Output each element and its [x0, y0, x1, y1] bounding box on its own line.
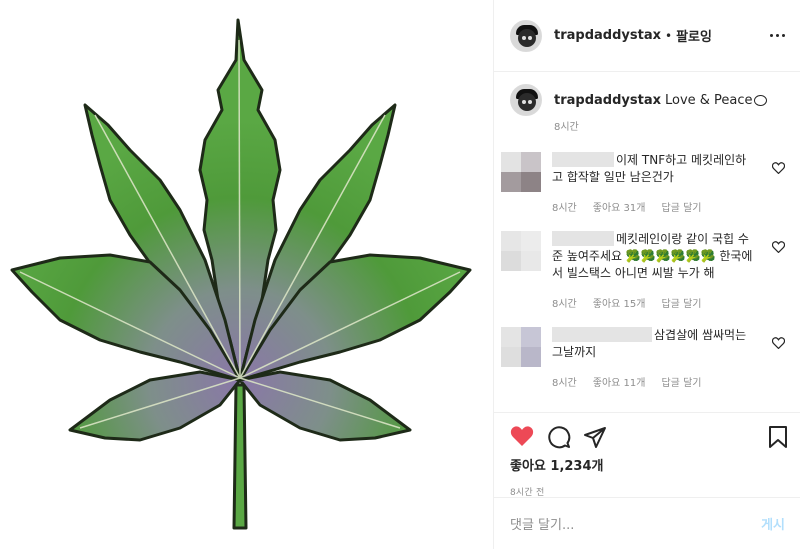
post-actions: 좋아요 1,234개 8시간 전 댓글 달기... 게시	[494, 412, 800, 549]
like-count[interactable]: 좋아요 1,234개	[494, 455, 800, 474]
comment-time[interactable]: 8시간	[552, 296, 577, 313]
post-panel: trapdaddystax • 팔로잉 trapdaddystax Love & …	[493, 0, 800, 549]
post-comment-button[interactable]: 게시	[761, 514, 785, 533]
comments-list[interactable]: trapdaddystax Love & Peace 8시간 이제 TNF하고 메…	[494, 72, 800, 412]
post-caption: trapdaddystax Love & Peace 8시간	[510, 84, 785, 136]
comment-item: 삼겹살에 쌈싸먹는 그날까지 8시간 좋아요 11개 답글 달기	[501, 327, 785, 392]
bookmark-icon[interactable]	[768, 425, 788, 449]
comment-like-icon[interactable]	[772, 241, 785, 253]
reply-button[interactable]: 답글 달기	[661, 296, 701, 313]
comment-icon[interactable]	[547, 425, 571, 449]
comment-likes[interactable]: 좋아요 15개	[593, 296, 646, 313]
comment-time[interactable]: 8시간	[552, 200, 577, 217]
reply-button[interactable]: 답글 달기	[661, 375, 701, 392]
comment-likes[interactable]: 좋아요 11개	[593, 375, 646, 392]
comment-like-icon[interactable]	[772, 162, 785, 174]
blurred-username[interactable]	[552, 231, 614, 246]
following-button[interactable]: 팔로잉	[676, 26, 712, 45]
caption-username[interactable]: trapdaddystax	[554, 93, 661, 108]
reply-button[interactable]: 답글 달기	[661, 200, 701, 217]
add-comment-bar: 댓글 달기... 게시	[494, 497, 800, 549]
post-image[interactable]	[0, 0, 493, 549]
comment-item: 이제 TNF하고 메킷레인하고 합작할 일만 남은건가 8시간 좋아요 31개 …	[501, 152, 785, 217]
comment-likes[interactable]: 좋아요 31개	[593, 200, 646, 217]
comment-input[interactable]: 댓글 달기...	[510, 514, 761, 533]
separator-dot: •	[664, 28, 673, 43]
share-icon[interactable]	[583, 425, 607, 449]
commenter-avatar[interactable]	[501, 152, 541, 192]
comment-like-icon[interactable]	[772, 337, 785, 349]
post-header: trapdaddystax • 팔로잉	[494, 0, 800, 72]
caption-time[interactable]: 8시간	[554, 119, 579, 136]
blurred-username[interactable]	[552, 152, 614, 167]
author-avatar[interactable]	[510, 19, 542, 52]
cannabis-leaf-image	[3, 11, 479, 539]
more-options-icon[interactable]	[768, 26, 786, 44]
comment-item: 메킷레인이랑 같이 국힙 수준 높여주세요 🥦🥦🥦🥦🥦🥦 한국에서 빌스택스 아…	[501, 231, 785, 313]
author-username[interactable]: trapdaddystax	[554, 28, 661, 43]
comment-time[interactable]: 8시간	[552, 375, 577, 392]
speech-bubble-icon	[753, 95, 767, 106]
caption-author-avatar[interactable]	[510, 84, 542, 116]
commenter-avatar[interactable]	[501, 327, 541, 367]
commenter-avatar[interactable]	[501, 231, 541, 271]
blurred-username[interactable]	[552, 327, 652, 342]
caption-text: Love & Peace	[664, 93, 753, 108]
heart-filled-icon[interactable]	[510, 425, 534, 447]
